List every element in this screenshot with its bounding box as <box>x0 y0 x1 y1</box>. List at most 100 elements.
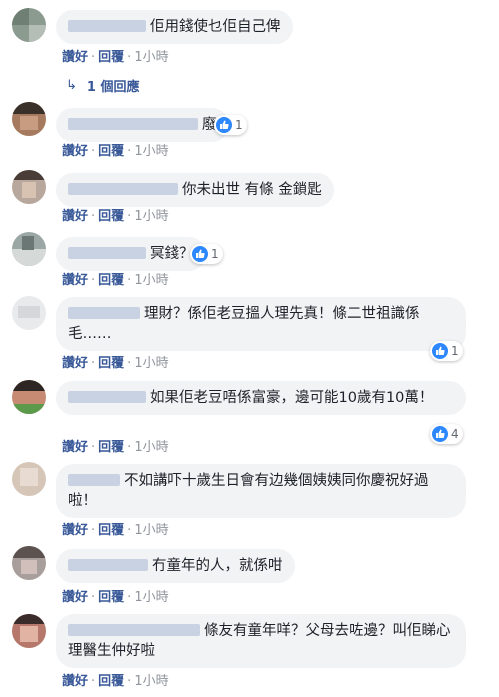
comment-actions: 讚好 · 回覆 · 1小時 <box>62 205 169 224</box>
comment-text: 不如講吓十歲生日會有边幾個姨姨同你慶祝好過啦！ <box>68 473 429 509</box>
like-button[interactable]: 讚好 <box>62 50 88 65</box>
reply-button[interactable]: 回覆 <box>98 50 124 65</box>
comment-text: 如果佢老豆唔係富豪，邊可能10歲有10萬！ <box>150 390 434 406</box>
comment-bubble: 如果佢老豆唔係富豪，邊可能10歲有10萬！ <box>56 381 466 415</box>
timestamp[interactable]: 1小時 <box>134 590 168 605</box>
commenter-name[interactable] <box>68 247 146 259</box>
reaction-count[interactable]: 1 <box>430 341 463 361</box>
separator: · <box>91 674 96 689</box>
reaction-number: 4 <box>451 427 459 441</box>
comment-bubble: 條友有童年咩？父母去咗邊？叫佢睇心理醫生仲好啦 <box>56 614 466 668</box>
thumbs-up-icon <box>192 246 208 262</box>
commenter-name[interactable] <box>68 474 120 486</box>
commenter-name[interactable] <box>68 307 140 319</box>
avatar[interactable] <box>12 546 46 580</box>
commenter-name[interactable] <box>68 559 148 571</box>
reply-button[interactable]: 回覆 <box>98 590 124 605</box>
separator: · <box>127 356 132 371</box>
comment-bubble: 你未出世 有條 金鎖匙 <box>56 173 334 207</box>
separator: · <box>127 674 132 689</box>
like-button[interactable]: 讚好 <box>62 674 88 689</box>
reply-button[interactable]: 回覆 <box>98 440 124 455</box>
view-replies-label: 1 個回應 <box>86 80 140 95</box>
timestamp[interactable]: 1小時 <box>134 273 168 288</box>
reply-button[interactable]: 回覆 <box>98 523 124 538</box>
separator: · <box>127 440 132 455</box>
reaction-count[interactable]: 4 <box>430 424 463 444</box>
like-button[interactable]: 讚好 <box>62 356 88 371</box>
avatar[interactable] <box>12 232 46 266</box>
avatar[interactable] <box>12 462 46 496</box>
separator: · <box>91 523 96 538</box>
separator: · <box>91 590 96 605</box>
reply-button[interactable]: 回覆 <box>98 209 124 224</box>
comment-text: 你未出世 有條 金鎖匙 <box>182 182 322 198</box>
thumbs-up-icon <box>216 117 232 133</box>
comment-text: 冥錢？ <box>150 246 194 262</box>
avatar[interactable] <box>12 170 46 204</box>
avatar[interactable] <box>12 102 46 136</box>
avatar[interactable] <box>12 614 46 648</box>
separator: · <box>127 50 132 65</box>
like-button[interactable]: 讚好 <box>62 590 88 605</box>
separator: · <box>127 590 132 605</box>
separator: · <box>127 144 132 159</box>
reply-button[interactable]: 回覆 <box>98 356 124 371</box>
like-button[interactable]: 讚好 <box>62 209 88 224</box>
timestamp[interactable]: 1小時 <box>134 356 168 371</box>
separator: · <box>91 209 96 224</box>
separator: · <box>91 50 96 65</box>
comment-text: 佢用錢使乜佢自己俾 <box>150 19 281 35</box>
comment-actions: 讚好 · 回覆 · 1小時 <box>62 352 169 371</box>
comment-actions: 讚好 · 回覆 · 1小時 <box>62 436 169 455</box>
commenter-name[interactable] <box>68 391 146 403</box>
like-button[interactable]: 讚好 <box>62 523 88 538</box>
commenter-name[interactable] <box>68 624 200 636</box>
timestamp[interactable]: 1小時 <box>134 440 168 455</box>
comment-actions: 讚好 · 回覆 · 1小時 <box>62 519 169 538</box>
avatar[interactable] <box>12 296 46 330</box>
comment-actions: 讚好 · 回覆 · 1小時 <box>62 586 169 605</box>
reaction-number: 1 <box>211 247 219 261</box>
view-replies-link[interactable]: ↳ 1 個回應 <box>66 76 139 95</box>
reply-arrow-icon: ↳ <box>66 78 77 93</box>
commenter-name[interactable] <box>68 183 178 195</box>
separator: · <box>91 273 96 288</box>
comment-bubble: 冥錢？ <box>56 237 206 271</box>
avatar[interactable] <box>12 8 46 42</box>
timestamp[interactable]: 1小時 <box>134 50 168 65</box>
separator: · <box>127 209 132 224</box>
comment-bubble: 廢 <box>56 108 229 142</box>
comment-actions: 讚好 · 回覆 · 1小時 <box>62 46 169 65</box>
comment-text: 冇童年的人，就係咁 <box>152 558 283 574</box>
timestamp[interactable]: 1小時 <box>134 144 168 159</box>
like-button[interactable]: 讚好 <box>62 440 88 455</box>
thumbs-up-icon <box>432 343 448 359</box>
commenter-name[interactable] <box>68 20 146 32</box>
timestamp[interactable]: 1小時 <box>134 674 168 689</box>
timestamp[interactable]: 1小時 <box>134 523 168 538</box>
reaction-count[interactable]: 1 <box>190 244 223 264</box>
comment-bubble: 佢用錢使乜佢自己俾 <box>56 10 293 44</box>
reply-button[interactable]: 回覆 <box>98 273 124 288</box>
like-button[interactable]: 讚好 <box>62 273 88 288</box>
reply-button[interactable]: 回覆 <box>98 144 124 159</box>
timestamp[interactable]: 1小時 <box>134 209 168 224</box>
comment-actions: 讚好 · 回覆 · 1小時 <box>62 269 169 288</box>
thumbs-up-icon <box>432 426 448 442</box>
separator: · <box>127 273 132 288</box>
comment-bubble: 冇童年的人，就係咁 <box>56 549 295 583</box>
separator: · <box>127 523 132 538</box>
reaction-number: 1 <box>451 344 459 358</box>
reply-button[interactable]: 回覆 <box>98 674 124 689</box>
separator: · <box>91 356 96 371</box>
commenter-name[interactable] <box>68 118 198 130</box>
avatar[interactable] <box>12 380 46 414</box>
reaction-number: 1 <box>235 118 243 132</box>
comment-actions: 讚好 · 回覆 · 1小時 <box>62 140 169 159</box>
reaction-count[interactable]: 1 <box>214 115 247 135</box>
comment-actions: 讚好 · 回覆 · 1小時 <box>62 670 169 689</box>
comment-bubble: 不如講吓十歲生日會有边幾個姨姨同你慶祝好過啦！ <box>56 464 466 518</box>
separator: · <box>91 440 96 455</box>
like-button[interactable]: 讚好 <box>62 144 88 159</box>
